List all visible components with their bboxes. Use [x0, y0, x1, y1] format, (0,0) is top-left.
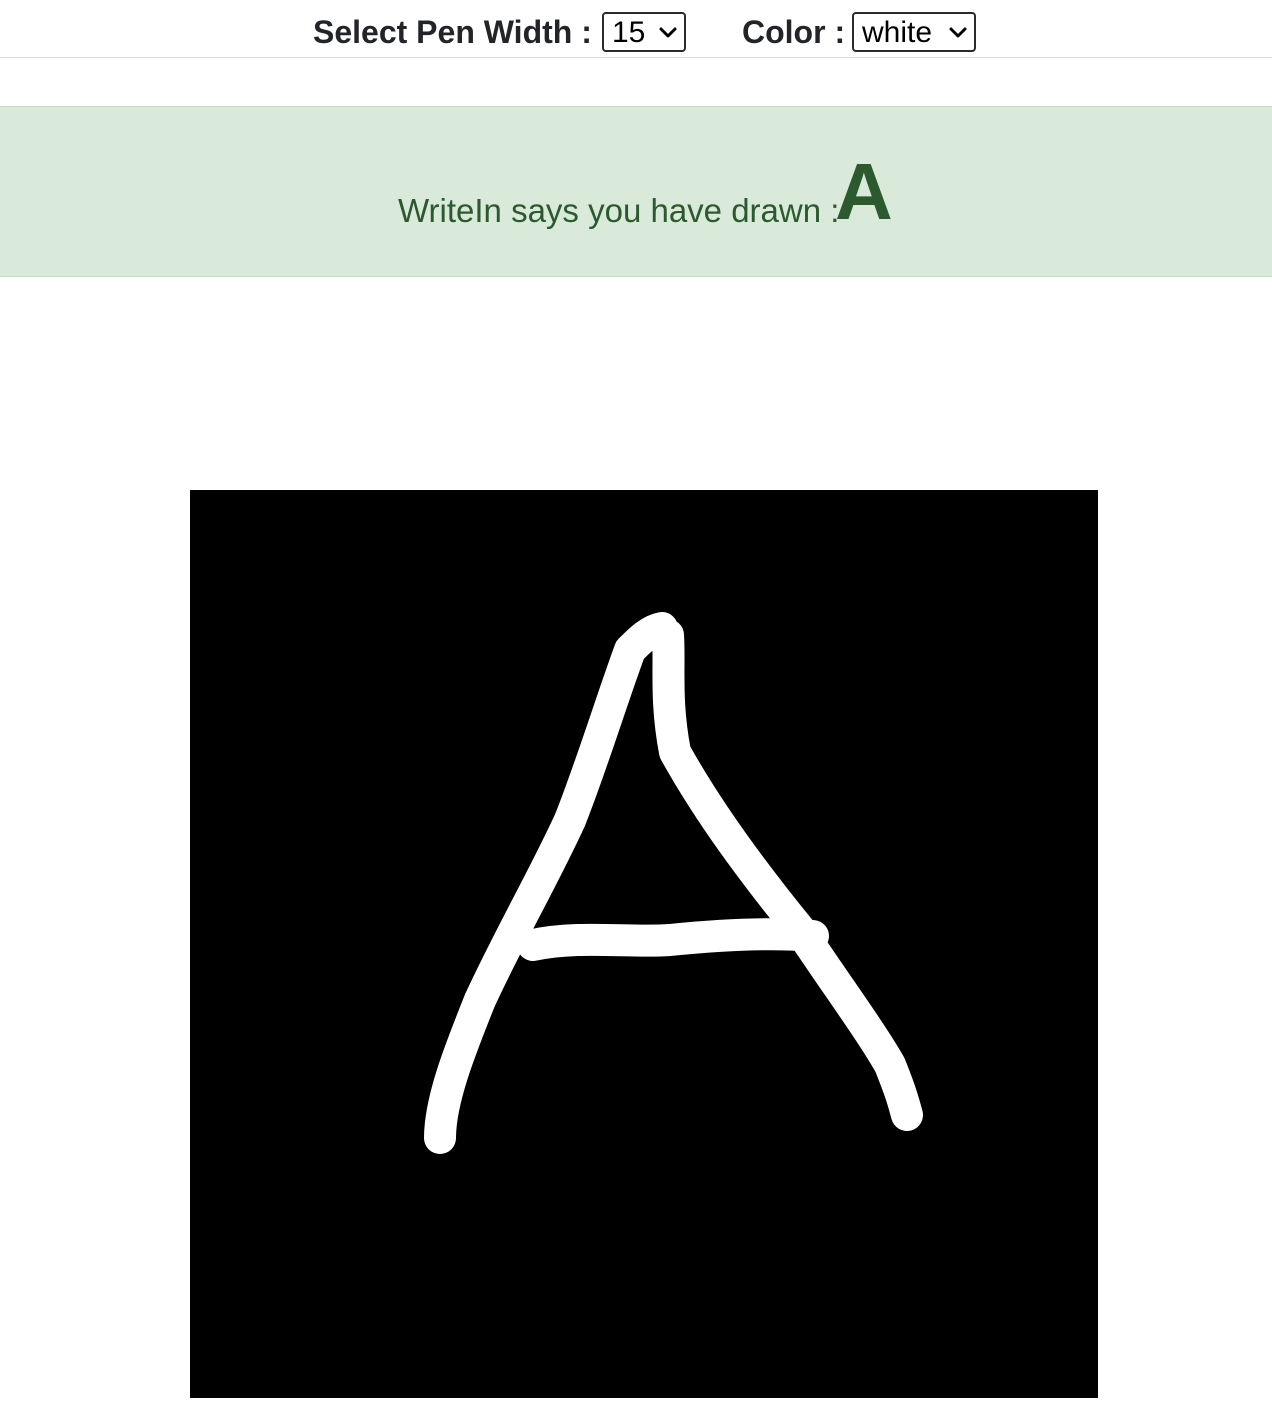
chevron-down-icon — [949, 27, 967, 38]
color-label: Color : — [742, 14, 846, 50]
pen-width-value: 15 — [612, 16, 646, 49]
stroke-right-leg — [652, 619, 923, 1131]
stroke-crossbar — [517, 918, 829, 961]
recognized-letter: A — [835, 147, 893, 236]
chevron-down-icon — [659, 27, 677, 38]
color-select[interactable]: white — [852, 12, 976, 52]
stroke-left-leg — [424, 612, 678, 1154]
drawn-strokes — [424, 612, 923, 1154]
toolbar: Select Pen Width : 15 Color : white — [0, 0, 1272, 58]
color-value: white — [862, 16, 933, 49]
pen-width-select[interactable]: 15 — [602, 12, 686, 52]
drawing-canvas[interactable] — [190, 490, 1098, 1398]
pen-width-label: Select Pen Width : — [313, 14, 592, 50]
result-message: WriteIn says you have drawn : — [398, 192, 840, 229]
drawing-surface[interactable] — [190, 490, 1098, 1398]
